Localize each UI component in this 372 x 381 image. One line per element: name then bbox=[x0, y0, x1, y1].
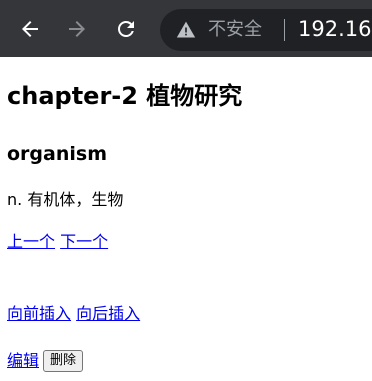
reload-button[interactable] bbox=[110, 13, 142, 45]
insert-links: 向前插入 向后插入 bbox=[7, 303, 140, 325]
page-content: chapter-2 植物研究 organism n. 有机体，生物 上一个 下一… bbox=[0, 57, 372, 381]
arrow-right-icon bbox=[69, 21, 85, 37]
delete-button[interactable]: 删除 bbox=[43, 350, 84, 372]
prev-link[interactable]: 上一个 bbox=[7, 232, 55, 251]
forward-button[interactable] bbox=[61, 13, 93, 45]
word-heading: organism bbox=[7, 143, 107, 165]
nav-links: 上一个 下一个 bbox=[7, 231, 108, 253]
browser-toolbar: 不安全 192.168 bbox=[0, 0, 372, 57]
word-definition: n. 有机体，生物 bbox=[7, 190, 124, 209]
edit-link[interactable]: 编辑 bbox=[7, 350, 39, 372]
page-title: chapter-2 植物研究 bbox=[7, 82, 243, 110]
security-label[interactable]: 不安全 bbox=[208, 18, 262, 42]
next-link[interactable]: 下一个 bbox=[60, 232, 108, 251]
url-text[interactable]: 192.168 bbox=[298, 15, 372, 43]
edit-actions: 编辑 删除 bbox=[7, 350, 84, 372]
address-separator bbox=[284, 19, 285, 41]
back-button[interactable] bbox=[14, 13, 46, 45]
address-bar[interactable]: 不安全 192.168 bbox=[160, 9, 372, 51]
arrow-left-icon bbox=[22, 21, 38, 37]
insert-after-link[interactable]: 向后插入 bbox=[76, 304, 140, 323]
warning-icon[interactable] bbox=[176, 20, 196, 40]
reload-icon bbox=[118, 21, 134, 37]
insert-before-link[interactable]: 向前插入 bbox=[7, 304, 71, 323]
